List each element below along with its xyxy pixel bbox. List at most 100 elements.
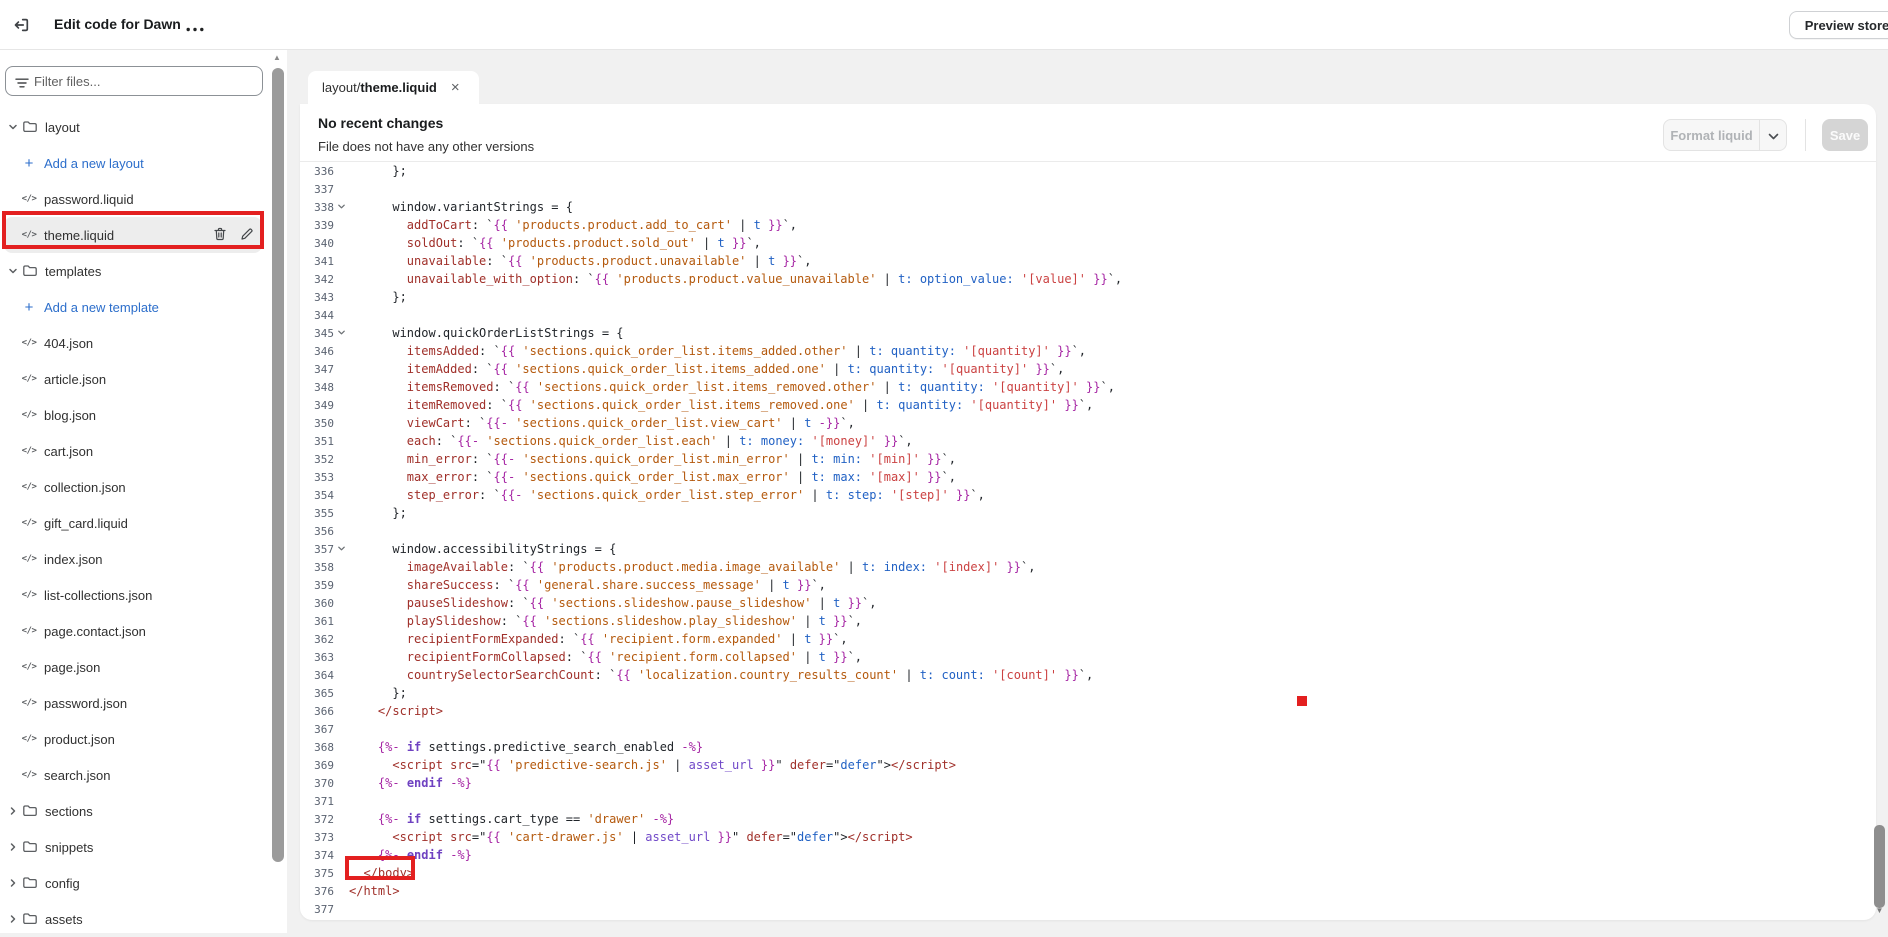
line-number: 348 [300, 379, 334, 397]
code-file-icon: </> [21, 518, 37, 528]
sidebar-scrollbar-thumb[interactable] [272, 68, 284, 862]
tab-close-icon[interactable]: × [451, 80, 460, 95]
tree-item-add-a-new-template[interactable]: +Add a new template [4, 289, 262, 325]
code-line-372[interactable]: 372 {%- if settings.cart_type == 'drawer… [300, 810, 1876, 828]
code-line-361[interactable]: 361 playSlideshow: `{{ 'sections.slidesh… [300, 612, 1876, 630]
code-line-362[interactable]: 362 recipientFormExpanded: `{{ 'recipien… [300, 630, 1876, 648]
code-line-364[interactable]: 364 countrySelectorSearchCount: `{{ 'loc… [300, 666, 1876, 684]
tree-item-cart-json[interactable]: </>cart.json [4, 433, 262, 469]
tree-item-snippets[interactable]: snippets [4, 829, 262, 865]
code-line-375[interactable]: 375 </body> [300, 864, 1876, 882]
line-number: 342 [300, 271, 334, 289]
code-line-351[interactable]: 351 each: `{{- 'sections.quick_order_lis… [300, 432, 1876, 450]
tree-item-index-json[interactable]: </>index.json [4, 541, 262, 577]
tree-item-search-json[interactable]: </>search.json [4, 757, 262, 793]
code-line-337[interactable]: 337 [300, 180, 1876, 198]
tree-item-page-json[interactable]: </>page.json [4, 649, 262, 685]
folder-icon [22, 119, 38, 135]
code-line-374[interactable]: 374 {%- endif -%} [300, 846, 1876, 864]
tree-item-label: cart.json [44, 444, 93, 459]
editor-scrollbar-thumb[interactable] [1874, 825, 1885, 908]
tree-item-password-liquid[interactable]: </>password.liquid [4, 181, 262, 217]
code-line-353[interactable]: 353 max_error: `{{- 'sections.quick_orde… [300, 468, 1876, 486]
line-number: 362 [300, 631, 334, 649]
chevron-right-icon [8, 914, 22, 924]
tree-item-collection-json[interactable]: </>collection.json [4, 469, 262, 505]
editor-scroll-down-arrow[interactable]: ▼ [1874, 906, 1885, 915]
tree-item-sections[interactable]: sections [4, 793, 262, 829]
code-line-369[interactable]: 369 <script src="{{ 'predictive-search.j… [300, 756, 1876, 774]
exit-code-editor-button[interactable] [10, 15, 32, 37]
code-line-344[interactable]: 344 [300, 306, 1876, 324]
tree-item-add-a-new-layout[interactable]: +Add a new layout [4, 145, 262, 181]
code-line-356[interactable]: 356 [300, 522, 1876, 540]
code-line-368[interactable]: 368 {%- if settings.predictive_search_en… [300, 738, 1876, 756]
tree-item-password-json[interactable]: </>password.json [4, 685, 262, 721]
code-line-358[interactable]: 358 imageAvailable: `{{ 'products.produc… [300, 558, 1876, 576]
tree-item-product-json[interactable]: </>product.json [4, 721, 262, 757]
save-button[interactable]: Save [1822, 119, 1868, 151]
code-line-342[interactable]: 342 unavailable_with_option: `{{ 'produc… [300, 270, 1876, 288]
tree-item-blog-json[interactable]: </>blog.json [4, 397, 262, 433]
code-line-360[interactable]: 360 pauseSlideshow: `{{ 'sections.slides… [300, 594, 1876, 612]
fold-chevron-icon[interactable] [334, 198, 349, 216]
tab-label-file: theme.liquid [360, 80, 437, 95]
code-line-338[interactable]: 338 window.variantStrings = { [300, 198, 1876, 216]
preview-store-button[interactable]: Preview store [1789, 11, 1888, 39]
code-line-354[interactable]: 354 step_error: `{{- 'sections.quick_ord… [300, 486, 1876, 504]
code-line-371[interactable]: 371 [300, 792, 1876, 810]
code-editor[interactable]: 336 };337338 window.variantStrings = {33… [300, 162, 1876, 918]
code-line-370[interactable]: 370 {%- endif -%} [300, 774, 1876, 792]
pencil-icon[interactable] [240, 227, 254, 244]
code-line-373[interactable]: 373 <script src="{{ 'cart-drawer.js' | a… [300, 828, 1876, 846]
code-line-359[interactable]: 359 shareSuccess: `{{ 'general.share.suc… [300, 576, 1876, 594]
code-line-365[interactable]: 365 }; [300, 684, 1876, 702]
tree-item-page-contact-json[interactable]: </>page.contact.json [4, 613, 262, 649]
tree-item-layout[interactable]: layout [4, 109, 262, 145]
folder-icon [22, 839, 38, 855]
sidebar-scroll-up-arrow[interactable]: ▲ [270, 53, 284, 62]
code-line-349[interactable]: 349 itemRemoved: `{{ 'sections.quick_ord… [300, 396, 1876, 414]
code-line-339[interactable]: 339 addToCart: `{{ 'products.product.add… [300, 216, 1876, 234]
tree-item-article-json[interactable]: </>article.json [4, 361, 262, 397]
code-line-346[interactable]: 346 itemsAdded: `{{ 'sections.quick_orde… [300, 342, 1876, 360]
code-line-348[interactable]: 348 itemsRemoved: `{{ 'sections.quick_or… [300, 378, 1876, 396]
code-line-345[interactable]: 345 window.quickOrderListStrings = { [300, 324, 1876, 342]
tree-item-label: article.json [44, 372, 106, 387]
tree-item-label: page.json [44, 660, 100, 675]
tree-item-assets[interactable]: assets [4, 901, 262, 937]
trash-icon[interactable] [213, 227, 227, 244]
line-number: 356 [300, 523, 334, 541]
chevron-right-icon [8, 806, 22, 816]
fold-chevron-icon[interactable] [334, 324, 349, 342]
code-line-376[interactable]: 376</html> [300, 882, 1876, 900]
code-line-340[interactable]: 340 soldOut: `{{ 'products.product.sold_… [300, 234, 1876, 252]
code-line-341[interactable]: 341 unavailable: `{{ 'products.product.u… [300, 252, 1876, 270]
tree-item-label: password.liquid [44, 192, 134, 207]
tree-item-list-collections-json[interactable]: </>list-collections.json [4, 577, 262, 613]
format-liquid-button[interactable]: Format liquid [1664, 120, 1759, 150]
tree-item-config[interactable]: config [4, 865, 262, 901]
code-line-366[interactable]: 366 </script> [300, 702, 1876, 720]
tree-item-gift-card-liquid[interactable]: </>gift_card.liquid [4, 505, 262, 541]
tree-item-theme-liquid[interactable]: </>theme.liquid [4, 217, 262, 253]
format-liquid-dropdown-button[interactable] [1759, 120, 1786, 150]
code-line-336[interactable]: 336 }; [300, 162, 1876, 180]
code-line-352[interactable]: 352 min_error: `{{- 'sections.quick_orde… [300, 450, 1876, 468]
code-line-357[interactable]: 357 window.accessibilityStrings = { [300, 540, 1876, 558]
code-line-350[interactable]: 350 viewCart: `{{- 'sections.quick_order… [300, 414, 1876, 432]
tree-item-templates[interactable]: templates [4, 253, 262, 289]
more-actions-button[interactable] [183, 20, 207, 32]
filter-files-input[interactable] [34, 68, 256, 94]
code-line-367[interactable]: 367 [300, 720, 1876, 738]
tree-item-404-json[interactable]: </>404.json [4, 325, 262, 361]
line-number: 359 [300, 577, 334, 595]
line-number: 341 [300, 253, 334, 271]
code-line-363[interactable]: 363 recipientFormCollapsed: `{{ 'recipie… [300, 648, 1876, 666]
fold-chevron-icon[interactable] [334, 540, 349, 558]
tab-theme-liquid[interactable]: layout/theme.liquid × [308, 71, 479, 104]
code-line-355[interactable]: 355 }; [300, 504, 1876, 522]
code-line-347[interactable]: 347 itemAdded: `{{ 'sections.quick_order… [300, 360, 1876, 378]
code-line-377[interactable]: 377 [300, 900, 1876, 918]
code-line-343[interactable]: 343 }; [300, 288, 1876, 306]
